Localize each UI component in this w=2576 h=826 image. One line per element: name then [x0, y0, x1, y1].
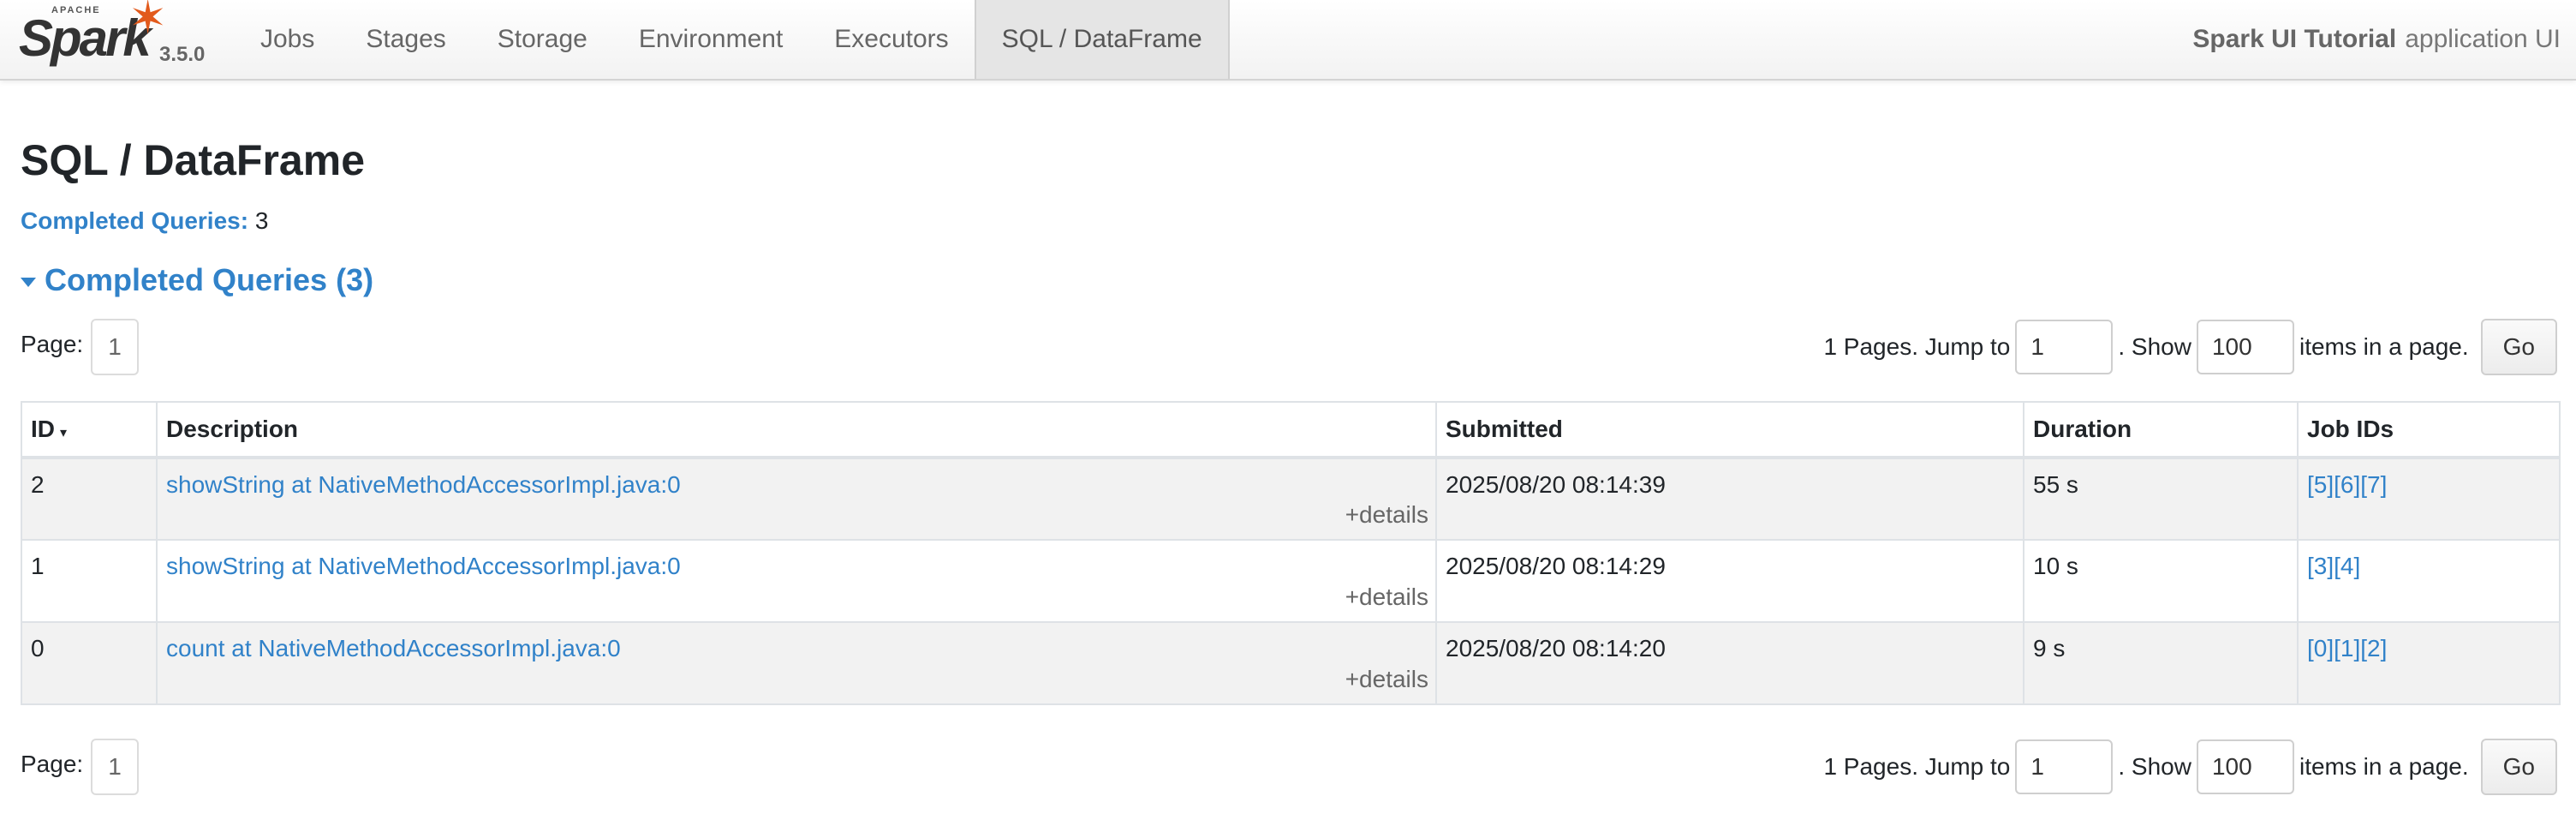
page-label: Page: — [21, 751, 84, 777]
spark-star-icon: ✶ — [128, 0, 168, 44]
page-label: Page: — [21, 331, 84, 357]
application-suffix: application UI — [2405, 25, 2561, 53]
query-description-link[interactable]: showString at NativeMethodAccessorImpl.j… — [166, 553, 681, 579]
summary-count: 3 — [254, 207, 269, 234]
pages-jump-text: 1 Pages. Jump to — [1823, 333, 2011, 360]
column-header-id-label: ID — [31, 416, 55, 442]
page-title: SQL / DataFrame — [21, 136, 366, 184]
cell-description: count at NativeMethodAccessorImpl.java:0… — [156, 621, 1437, 705]
job-id-link[interactable]: [7] — [2360, 471, 2387, 498]
cell-id: 0 — [21, 621, 158, 705]
tab-stages[interactable]: Stages — [340, 0, 471, 79]
table-row: 2 showString at NativeMethodAccessorImpl… — [21, 457, 2561, 541]
cell-submitted: 2025/08/20 08:14:20 — [1435, 621, 2024, 705]
show-text: . Show — [2118, 753, 2191, 780]
top-navbar: Spark APACHE ✶ 3.5.0 Jobs Stages Storage… — [0, 0, 2576, 81]
job-id-link[interactable]: [6] — [2334, 471, 2360, 498]
tab-sql-dataframe[interactable]: SQL / DataFrame — [974, 0, 1230, 79]
completed-queries-table: ID ▾ Description Submitted Duration Job I… — [21, 401, 2561, 705]
logo-apache-text: APACHE — [51, 5, 101, 15]
tab-executors[interactable]: Executors — [808, 0, 974, 79]
cell-duration: 55 s — [2023, 457, 2299, 541]
job-id-link[interactable]: [3] — [2307, 553, 2334, 579]
details-toggle[interactable]: +details — [1345, 666, 1428, 693]
section-title: Completed Queries (3) — [45, 262, 374, 297]
summary-label[interactable]: Completed Queries: — [21, 207, 248, 234]
pages-jump-text: 1 Pages. Jump to — [1823, 753, 2011, 780]
application-name: Spark UI Tutorial — [2192, 25, 2397, 53]
cell-duration: 10 s — [2023, 539, 2299, 623]
job-id-link[interactable]: [2] — [2360, 635, 2387, 661]
cell-submitted: 2025/08/20 08:14:39 — [1435, 457, 2024, 541]
job-id-link[interactable]: [1] — [2334, 635, 2360, 661]
jump-to-page-input[interactable] — [2015, 320, 2114, 374]
page-size-input[interactable] — [2196, 320, 2294, 374]
page-number-button[interactable]: 1 — [91, 739, 139, 795]
column-header-duration[interactable]: Duration — [2023, 401, 2299, 459]
tab-storage[interactable]: Storage — [472, 0, 613, 79]
completed-queries-toggle[interactable]: Completed Queries (3) — [21, 262, 373, 298]
sort-descending-icon: ▾ — [60, 426, 68, 440]
pagination-controls: 1 Pages. Jump to . Show items in a page.… — [1818, 319, 2557, 375]
completed-queries-summary: Completed Queries: 3 — [21, 207, 268, 235]
column-header-job-ids[interactable]: Job IDs — [2297, 401, 2561, 459]
spark-version: 3.5.0 — [159, 43, 206, 66]
cell-id: 2 — [21, 457, 158, 541]
column-header-submitted[interactable]: Submitted — [1435, 401, 2024, 459]
table-header-row: ID ▾ Description Submitted Duration Job I… — [21, 401, 2561, 459]
cell-job-ids: [0][1][2] — [2297, 621, 2561, 705]
go-button[interactable]: Go — [2480, 319, 2557, 375]
job-id-link[interactable]: [0] — [2307, 635, 2334, 661]
show-text: . Show — [2118, 333, 2191, 360]
table-row: 1 showString at NativeMethodAccessorImpl… — [21, 539, 2561, 623]
details-toggle[interactable]: +details — [1345, 501, 1428, 529]
pagination-controls: 1 Pages. Jump to . Show items in a page.… — [1818, 739, 2557, 795]
table-row: 0 count at NativeMethodAccessorImpl.java… — [21, 621, 2561, 705]
items-per-page-text: items in a page. — [2299, 753, 2469, 780]
caret-down-icon — [21, 277, 36, 287]
query-description-link[interactable]: showString at NativeMethodAccessorImpl.j… — [166, 471, 681, 498]
jump-to-page-input[interactable] — [2015, 739, 2114, 794]
query-description-link[interactable]: count at NativeMethodAccessorImpl.java:0 — [166, 635, 621, 661]
page-size-input[interactable] — [2196, 739, 2294, 794]
tab-jobs[interactable]: Jobs — [235, 0, 340, 79]
cell-description: showString at NativeMethodAccessorImpl.j… — [156, 539, 1437, 623]
cell-submitted: 2025/08/20 08:14:29 — [1435, 539, 2024, 623]
tab-environment[interactable]: Environment — [613, 0, 808, 79]
job-id-link[interactable]: [4] — [2334, 553, 2360, 579]
spark-logo[interactable]: Spark APACHE ✶ 3.5.0 — [17, 0, 223, 79]
page-number-button[interactable]: 1 — [91, 319, 139, 375]
items-per-page-text: items in a page. — [2299, 333, 2469, 360]
application-title: Spark UI Tutorial application UI — [2192, 0, 2561, 79]
details-toggle[interactable]: +details — [1345, 584, 1428, 611]
pagination-top: Page: 1 1 Pages. Jump to . Show items in… — [21, 319, 2557, 375]
column-header-id[interactable]: ID ▾ — [21, 401, 158, 459]
cell-duration: 9 s — [2023, 621, 2299, 705]
cell-description: showString at NativeMethodAccessorImpl.j… — [156, 457, 1437, 541]
cell-job-ids: [5][6][7] — [2297, 457, 2561, 541]
cell-job-ids: [3][4] — [2297, 539, 2561, 623]
go-button[interactable]: Go — [2480, 739, 2557, 795]
job-id-link[interactable]: [5] — [2307, 471, 2334, 498]
column-header-description[interactable]: Description — [156, 401, 1437, 459]
cell-id: 1 — [21, 539, 158, 623]
nav-tabs: Jobs Stages Storage Environment Executor… — [235, 0, 1230, 79]
pagination-bottom: Page: 1 1 Pages. Jump to . Show items in… — [21, 739, 2557, 795]
